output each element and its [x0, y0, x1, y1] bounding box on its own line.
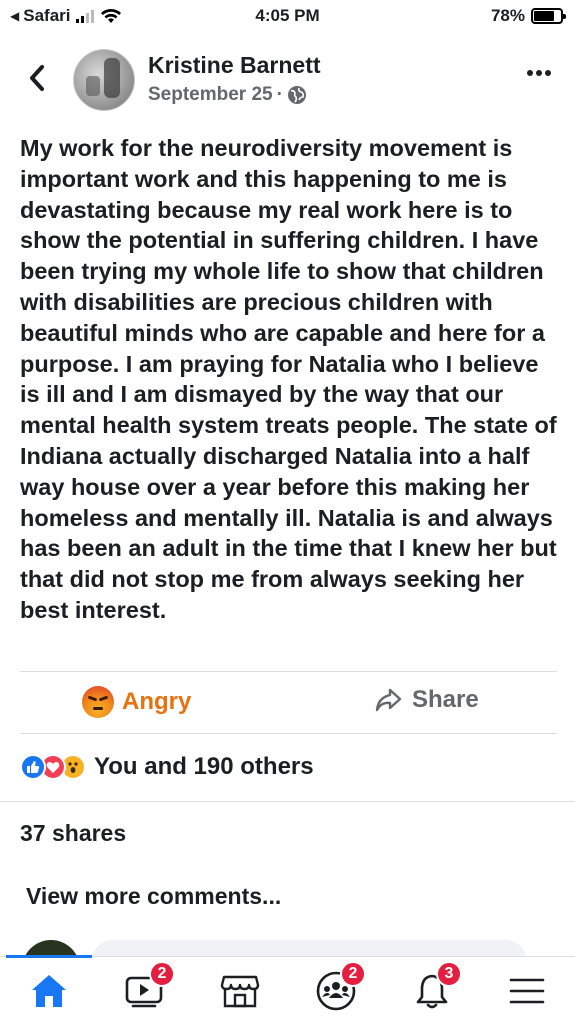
- action-row: Angry Share: [0, 672, 575, 734]
- tab-menu[interactable]: [505, 969, 549, 1013]
- status-bar: ◀ Safari 4:05 PM 78%: [0, 0, 575, 34]
- battery-fill: [534, 11, 555, 21]
- groups-badge: 2: [340, 961, 366, 987]
- share-arrow-icon: [375, 688, 402, 712]
- tab-marketplace[interactable]: [218, 969, 262, 1013]
- view-more-comments-link[interactable]: View more comments...: [26, 883, 281, 910]
- battery-percent: 78%: [490, 6, 525, 25]
- post-date[interactable]: September 25: [148, 84, 273, 106]
- active-tab-indicator: [6, 955, 92, 958]
- share-button[interactable]: Share: [374, 686, 479, 714]
- divider: [0, 801, 575, 802]
- shares-count[interactable]: 37 shares: [20, 820, 126, 847]
- chevron-left-icon: [30, 65, 44, 91]
- tab-watch[interactable]: 2: [123, 961, 175, 1013]
- reaction-button[interactable]: Angry: [82, 686, 191, 718]
- reactions-count: You and 190 others: [94, 753, 314, 780]
- notifications-badge: 3: [436, 961, 462, 987]
- tab-home[interactable]: [27, 969, 71, 1013]
- divider: [20, 733, 557, 734]
- watch-badge: 2: [149, 961, 175, 987]
- author-avatar[interactable]: [73, 49, 135, 111]
- like-icon: [20, 754, 46, 780]
- share-label: Share: [412, 686, 479, 713]
- battery-icon: [531, 8, 566, 24]
- more-dot-icon: [536, 70, 542, 76]
- tab-groups[interactable]: 2: [314, 961, 366, 1013]
- more-options-button[interactable]: [527, 70, 551, 76]
- angry-face-icon: [82, 686, 114, 718]
- post-header: Kristine Barnett September 25 ·: [0, 46, 575, 116]
- shop-icon: [220, 975, 260, 1008]
- globe-icon: [287, 86, 306, 104]
- post-text: My work for the neurodiversity movement …: [20, 135, 557, 623]
- reaction-label: Angry: [122, 688, 192, 715]
- reactions-summary[interactable]: You and 190 others: [20, 750, 314, 784]
- tab-bar: 2 2 3: [0, 955, 575, 1024]
- meta-separator: ·: [276, 84, 283, 105]
- more-dot-icon: [545, 70, 551, 76]
- clock: 4:05 PM: [255, 6, 320, 25]
- more-dot-icon: [527, 70, 533, 76]
- post-meta: September 25 ·: [148, 84, 307, 106]
- status-right: 78%: [490, 6, 566, 26]
- author-name[interactable]: Kristine Barnett: [148, 52, 321, 79]
- back-button[interactable]: [22, 60, 52, 96]
- tab-notifications[interactable]: 3: [410, 961, 462, 1013]
- home-icon: [32, 975, 66, 1007]
- menu-icon: [509, 978, 545, 1004]
